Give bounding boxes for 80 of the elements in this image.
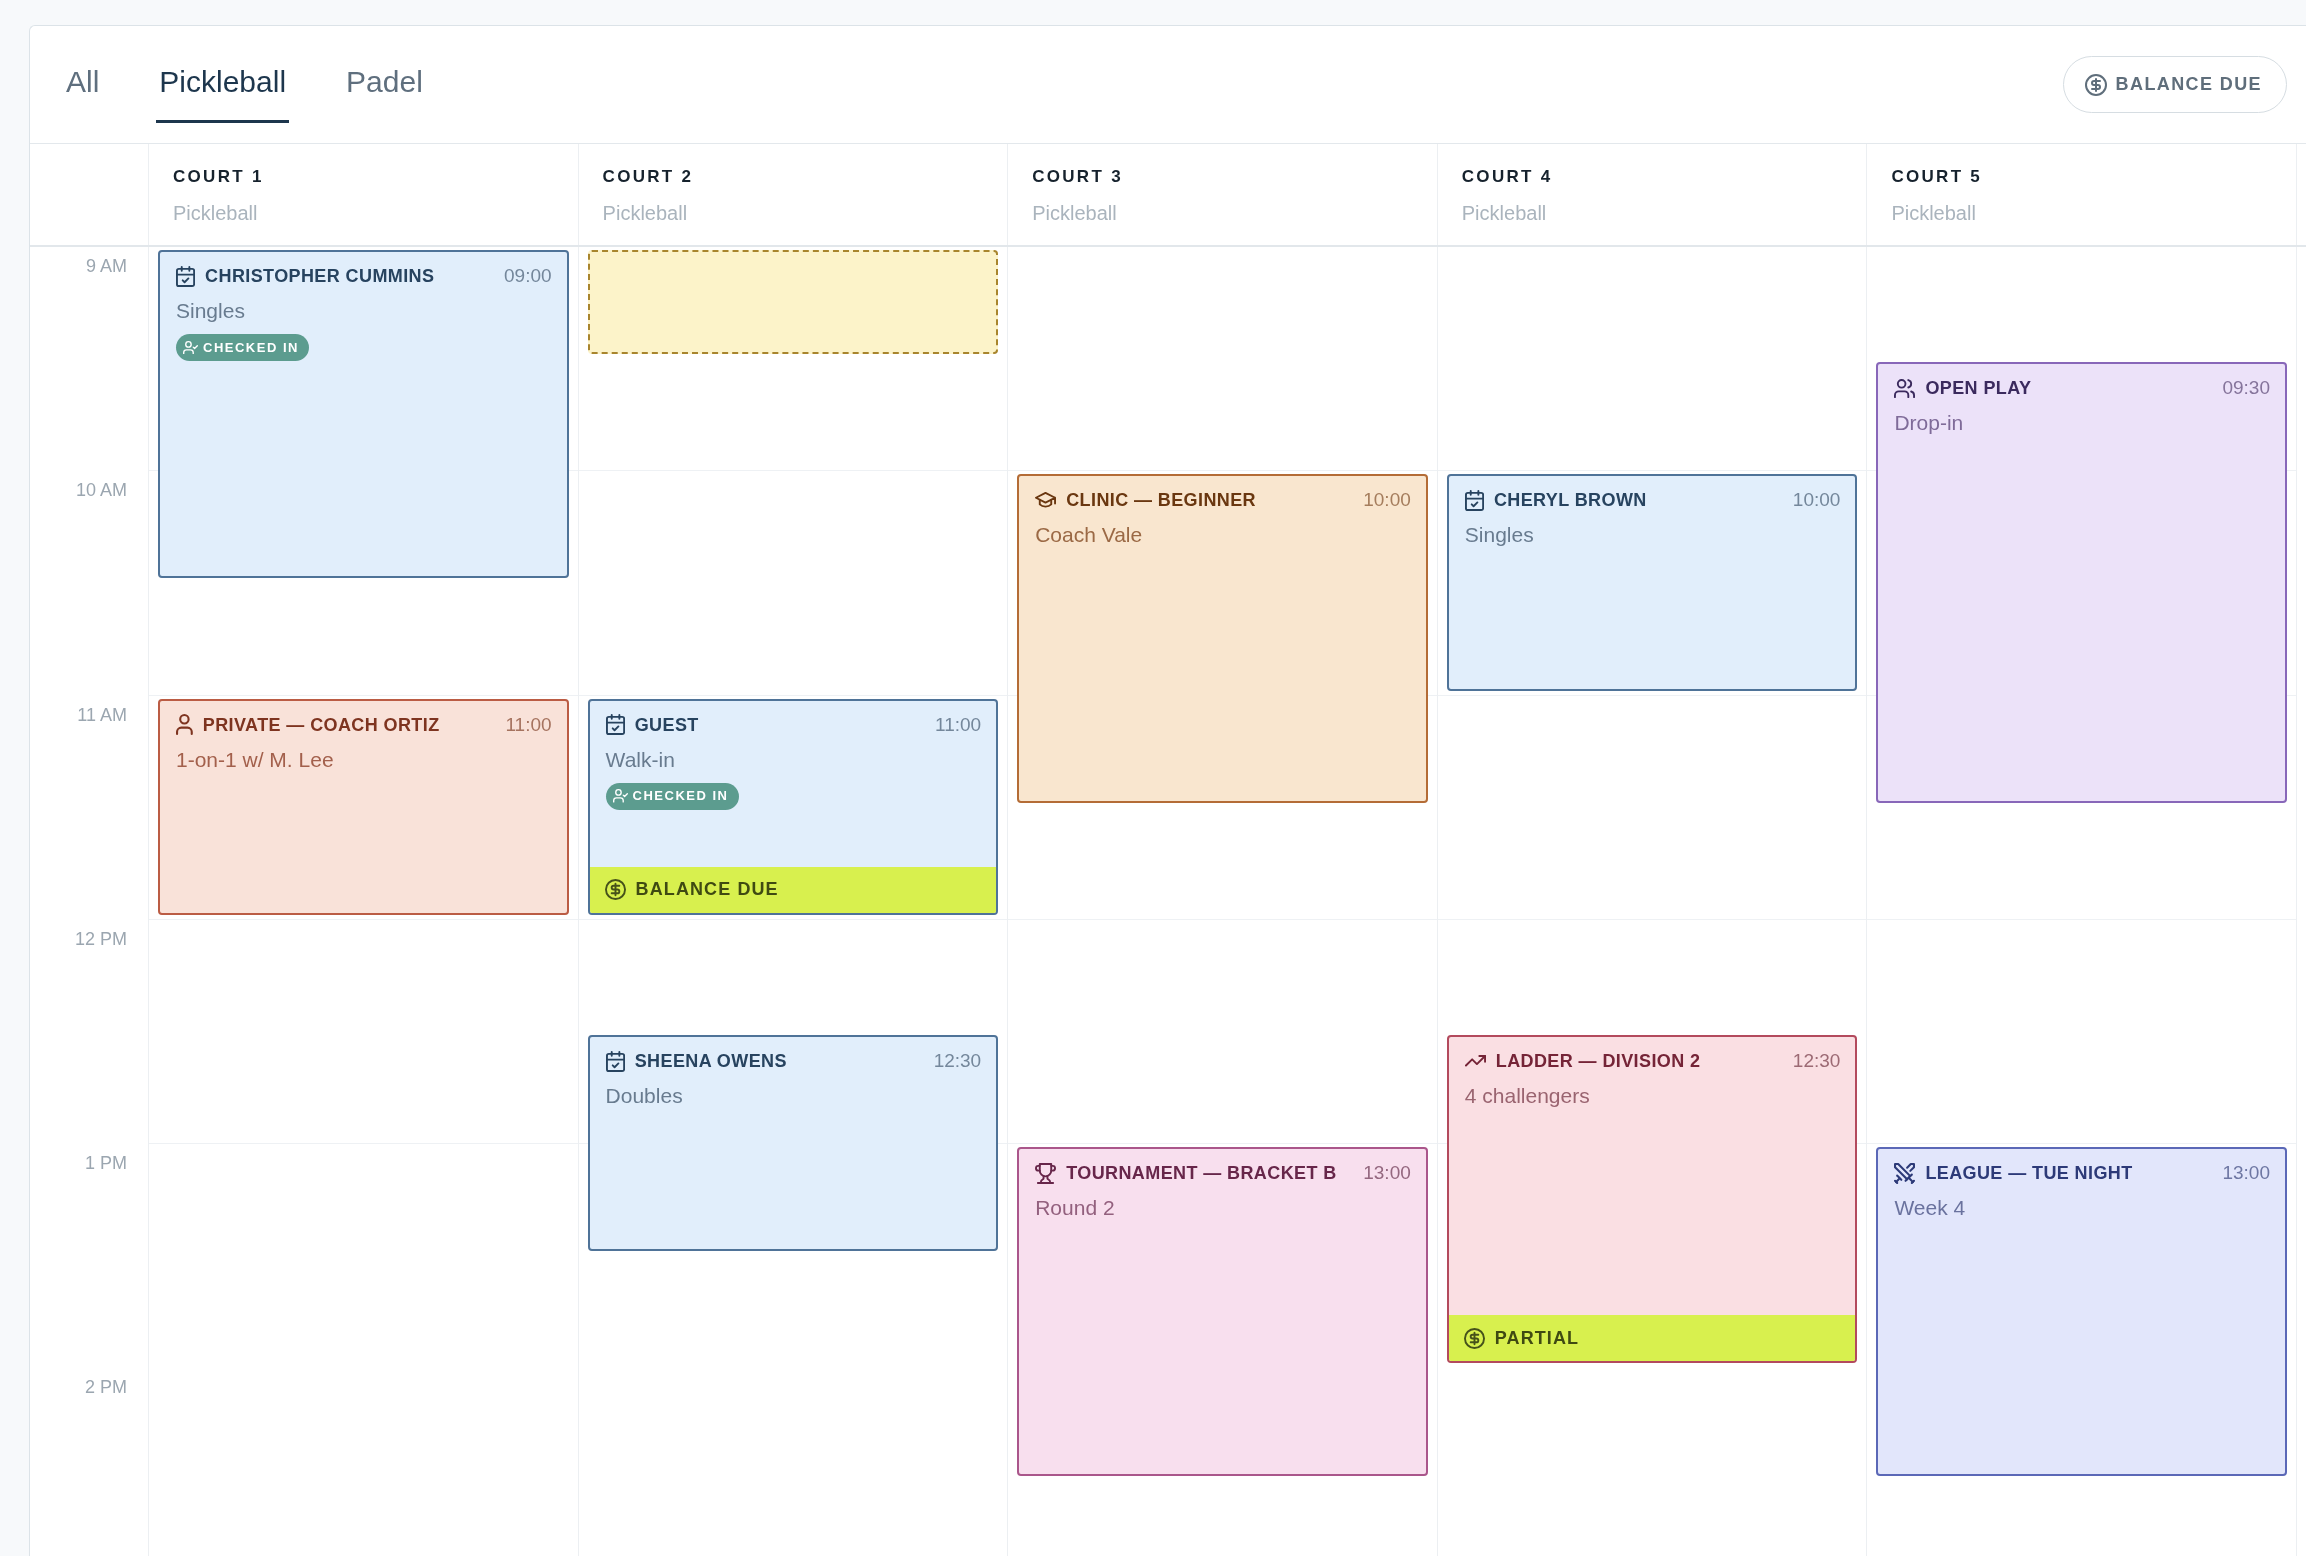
pending-slot[interactable]	[587, 250, 999, 355]
status-pill-text: CHECKED IN	[632, 788, 729, 805]
event-card[interactable]: LEAGUE — TUE NIGHT 13:00 Week 4	[1876, 1147, 2287, 1476]
event-time: 12:30	[1792, 1050, 1841, 1073]
crossed-swords-icon	[1894, 1162, 1916, 1184]
people-icon	[1894, 378, 1916, 398]
event-detail: Drop-in	[1894, 410, 1965, 437]
court-sport: Pickleball	[602, 201, 689, 225]
person-check-icon	[612, 789, 628, 803]
event-time: 11:00	[935, 713, 982, 736]
court-sport: Pickleball	[1891, 201, 1977, 225]
event-time: 12:30	[933, 1050, 982, 1073]
dollar-icon	[1463, 1328, 1485, 1349]
payment-status-text: PARTIAL	[1494, 1327, 1580, 1350]
event-title: TOURNAMENT — BRACKET B	[1066, 1162, 1337, 1185]
event-time: 13:00	[2222, 1162, 2270, 1185]
event-title: GUEST	[634, 713, 699, 736]
event-detail: Singles	[176, 298, 246, 324]
court-sport: Pickleball	[1461, 201, 1548, 225]
payment-status-text: BALANCE DUE	[635, 878, 779, 902]
court-sport: Pickleball	[173, 201, 259, 225]
event-time: 11:00	[505, 713, 552, 736]
event-detail: Singles	[1464, 522, 1535, 549]
court-name: COURT 2	[602, 166, 695, 188]
person-check-icon	[183, 340, 198, 355]
event-detail: Walk-in	[605, 746, 676, 773]
court-name: COURT 3	[1032, 166, 1124, 188]
calendar-check-icon	[605, 714, 625, 736]
time-label: 2 PM	[85, 1377, 127, 1398]
court-sport: Pickleball	[1032, 201, 1118, 225]
tab[interactable]: All	[63, 26, 103, 123]
event-detail: Week 4	[1894, 1195, 1967, 1222]
calendar-check-icon	[1464, 489, 1484, 511]
court-name: COURT 1	[173, 166, 265, 188]
event-card[interactable]: SHEENA OWENS 12:30 Doubles	[587, 1035, 999, 1252]
event-time: 10:00	[1363, 489, 1411, 512]
time-label: 12 PM	[74, 928, 127, 949]
trending-up-icon	[1464, 1055, 1486, 1067]
dollar-icon	[2084, 73, 2107, 96]
event-time: 09:00	[504, 265, 552, 287]
event-time: 10:00	[1792, 489, 1841, 512]
graduation-cap-icon	[1035, 492, 1057, 509]
event-title: OPEN PLAY	[1925, 377, 2032, 400]
person-icon	[176, 714, 193, 736]
court-name: COURT 5	[1891, 166, 1984, 188]
event-card[interactable]: PRIVATE — COACH ORTIZ 11:00 1-on-1 w/ M. Lee	[158, 698, 569, 915]
balance-due-filter-button[interactable]: BALANCE DUE	[2062, 56, 2287, 113]
event-time: 09:30	[2222, 377, 2270, 400]
event-title: LEAGUE — TUE NIGHT	[1925, 1162, 2133, 1185]
event-card[interactable]: CHRISTOPHER CUMMINS 09:00 Singles CHECKED IN	[158, 250, 569, 579]
event-card[interactable]: CHERYL BROWN 10:00 Singles	[1446, 474, 1858, 691]
trophy-icon	[1035, 1162, 1057, 1184]
status-pill-text: CHECKED IN	[203, 339, 299, 356]
event-card[interactable]: TOURNAMENT — BRACKET B 13:00 Round 2	[1017, 1147, 1428, 1476]
event-detail: Doubles	[605, 1083, 684, 1110]
time-label: 11 AM	[77, 704, 127, 725]
time-label: 10 AM	[75, 480, 127, 501]
event-card[interactable]: OPEN PLAY 09:30 Drop-in	[1876, 362, 2287, 803]
event-card[interactable]: CLINIC — BEGINNER 10:00 Coach Vale	[1017, 474, 1428, 803]
calendar-check-icon	[605, 1050, 625, 1072]
event-title: PRIVATE — COACH ORTIZ	[202, 713, 440, 736]
event-detail: 1-on-1 w/ M. Lee	[176, 746, 335, 773]
time-label: 1 PM	[85, 1153, 127, 1174]
tab[interactable]: Padel	[343, 26, 426, 123]
tab[interactable]: Pickleball	[156, 26, 290, 123]
event-detail: 4 challengers	[1464, 1083, 1591, 1110]
event-detail: Coach Vale	[1035, 522, 1144, 549]
event-title: LADDER — DIVISION 2	[1495, 1050, 1701, 1073]
dollar-icon	[604, 879, 626, 901]
court-name: COURT 4	[1461, 166, 1554, 188]
event-title: SHEENA OWENS	[634, 1050, 787, 1073]
event-title: CHERYL BROWN	[1493, 489, 1647, 512]
calendar-check-icon	[176, 265, 196, 287]
event-title: CLINIC — BEGINNER	[1066, 489, 1256, 512]
event-card[interactable]: GUEST 11:00 Walk-in CHECKED IN BALANCE DUE	[587, 698, 999, 915]
event-title: CHRISTOPHER CUMMINS	[205, 265, 435, 287]
event-card[interactable]: LADDER — DIVISION 2 12:30 4 challengers PARTIAL	[1446, 1035, 1858, 1364]
event-detail: Round 2	[1035, 1195, 1116, 1222]
time-label: 9 AM	[85, 256, 127, 276]
event-time: 13:00	[1363, 1162, 1411, 1185]
